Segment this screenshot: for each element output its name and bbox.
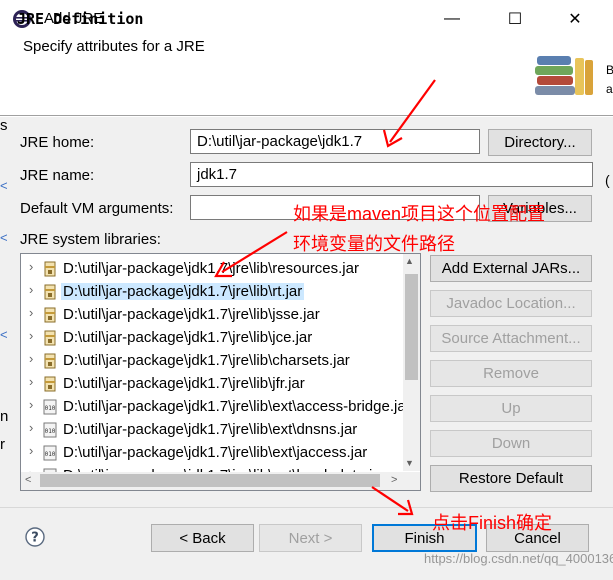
edge-glyph-n: n — [0, 408, 9, 425]
jar-icon — [44, 307, 56, 323]
back-button[interactable]: < Back — [151, 524, 254, 552]
edge-glyph-s: s — [0, 117, 8, 134]
javadoc-location-button[interactable]: Javadoc Location... — [430, 290, 592, 317]
jre-name-input[interactable]: jdk1.7 — [190, 162, 593, 187]
expand-chevron-icon[interactable]: › — [29, 374, 33, 389]
expand-chevron-icon[interactable]: › — [29, 328, 33, 343]
svg-text:010: 010 — [45, 451, 56, 458]
directory-button[interactable]: Directory... — [488, 129, 592, 156]
finish-annotation: 点击Finish确定 — [432, 513, 553, 533]
down-button[interactable]: Down — [430, 430, 592, 457]
library-path: D:\util\jar-package\jdk1.7\jre\lib\jsse.… — [63, 306, 320, 323]
vertical-scroll-thumb[interactable] — [405, 274, 418, 380]
edge-glyph-lt2: < — [0, 230, 8, 245]
edge-glyph-lt1: < — [0, 178, 8, 193]
expand-chevron-icon[interactable]: › — [29, 420, 33, 435]
header-edge-text-1: B — [606, 63, 613, 77]
library-path: D:\util\jar-package\jdk1.7\jre\lib\ext\d… — [63, 421, 358, 438]
jre-home-label: JRE home: — [20, 134, 95, 151]
libraries-label: JRE system libraries: — [20, 231, 161, 248]
maximize-button[interactable]: ☐ — [492, 0, 538, 38]
library-path: D:\util\jar-package\jdk1.7\jre\lib\jce.j… — [63, 329, 313, 346]
wizard-title: JRE Definition — [17, 10, 144, 28]
close-button[interactable]: ✕ — [552, 0, 598, 38]
source-attachment-button[interactable]: Source Attachment... — [430, 325, 592, 352]
library-path: D:\util\jar-package\jdk1.7\jre\lib\resou… — [63, 260, 359, 277]
edge-glyph-r: r — [0, 436, 5, 453]
close-icon: ✕ — [568, 11, 582, 28]
wizard-description: Specify attributes for a JRE — [23, 38, 205, 55]
jre-home-input[interactable]: D:\util\jar-package\jdk1.7 — [190, 129, 480, 154]
edge-glyph-lt3: < — [0, 327, 8, 342]
restore-default-button[interactable]: Restore Default — [430, 465, 592, 492]
scroll-left-icon[interactable]: < — [25, 474, 31, 486]
library-path: D:\util\jar-package\jdk1.7\jre\lib\jfr.j… — [63, 375, 305, 392]
library-path: D:\util\jar-package\jdk1.7\jre\lib\chars… — [63, 352, 350, 369]
maven-annotation-line1: 如果是maven项目这个位置配置 — [293, 204, 546, 224]
binary-jar-icon: 010 — [43, 422, 57, 438]
jar-icon — [44, 353, 56, 369]
expand-chevron-icon[interactable]: › — [29, 259, 33, 274]
svg-text:?: ? — [31, 531, 39, 546]
library-row[interactable]: › 010 D:\util\jar-package\jdk1.7\jre\lib\e… — [21, 395, 411, 418]
library-row[interactable]: › D:\util\jar-package\jdk1.7\jre\lib\jfr.… — [21, 372, 404, 395]
expand-chevron-icon[interactable]: › — [29, 351, 33, 366]
svg-text:010: 010 — [45, 405, 56, 412]
library-row[interactable]: › D:\util\jar-package\jdk1.7\jre\lib\rt.j… — [21, 280, 404, 303]
jar-icon — [44, 376, 56, 392]
expand-chevron-icon[interactable]: › — [29, 443, 33, 458]
maximize-icon: ☐ — [507, 11, 523, 28]
library-row[interactable]: › D:\util\jar-package\jdk1.7\jre\lib\jce.… — [21, 326, 404, 349]
jar-icon — [44, 261, 56, 277]
library-path: D:\util\jar-package\jdk1.7\jre\lib\ext\a… — [63, 398, 411, 415]
expand-chevron-icon[interactable]: › — [29, 282, 33, 297]
scroll-up-icon[interactable]: ▲ — [405, 256, 414, 266]
expand-chevron-icon[interactable]: › — [29, 397, 33, 412]
scroll-down-icon[interactable]: ▼ — [405, 458, 414, 468]
vm-args-label: Default VM arguments: — [20, 200, 174, 217]
library-row[interactable]: › 010 D:\util\jar-package\jdk1.7\jre\lib\e… — [21, 418, 404, 441]
library-row[interactable]: › D:\util\jar-package\jdk1.7\jre\lib\jsse… — [21, 303, 404, 326]
svg-text:010: 010 — [45, 428, 56, 435]
jar-icon — [44, 330, 56, 346]
watermark: https://blog.csdn.net/qq_40001362 — [424, 551, 613, 566]
up-button[interactable]: Up — [430, 395, 592, 422]
libraries-list[interactable]: › D:\util\jar-package\jdk1.7\jre\lib\reso… — [20, 253, 421, 491]
horizontal-scroll-thumb[interactable] — [40, 474, 380, 487]
edge-glyph-paren: ( — [605, 172, 610, 188]
library-path: D:\util\jar-package\jdk1.7\jre\lib\ext\j… — [63, 444, 368, 461]
jar-icon — [44, 284, 56, 300]
library-row[interactable]: › 010 D:\util\jar-package\jdk1.7\jre\lib\e… — [21, 441, 404, 464]
minimize-button[interactable]: — — [429, 0, 475, 38]
header-edge-text-2: a — [606, 82, 613, 96]
scroll-right-icon[interactable]: > — [391, 474, 397, 486]
help-icon[interactable]: ? — [25, 527, 45, 547]
scroll-corner — [403, 472, 420, 490]
binary-jar-icon: 010 — [43, 399, 57, 415]
library-books-icon — [535, 56, 593, 95]
expand-chevron-icon[interactable]: › — [29, 305, 33, 320]
library-row[interactable]: › D:\util\jar-package\jdk1.7\jre\lib\reso… — [21, 257, 404, 280]
add-external-jars-button[interactable]: Add External JARs... — [430, 255, 592, 282]
binary-jar-icon: 010 — [43, 445, 57, 461]
library-row[interactable]: › D:\util\jar-package\jdk1.7\jre\lib\char… — [21, 349, 404, 372]
maven-annotation-line2: 环境变量的文件路径 — [293, 234, 455, 254]
jre-name-label: JRE name: — [20, 167, 95, 184]
library-path: D:\util\jar-package\jdk1.7\jre\lib\rt.ja… — [61, 283, 305, 300]
remove-button[interactable]: Remove — [430, 360, 592, 387]
minimize-icon: — — [444, 10, 460, 27]
next-button[interactable]: Next > — [259, 524, 362, 552]
